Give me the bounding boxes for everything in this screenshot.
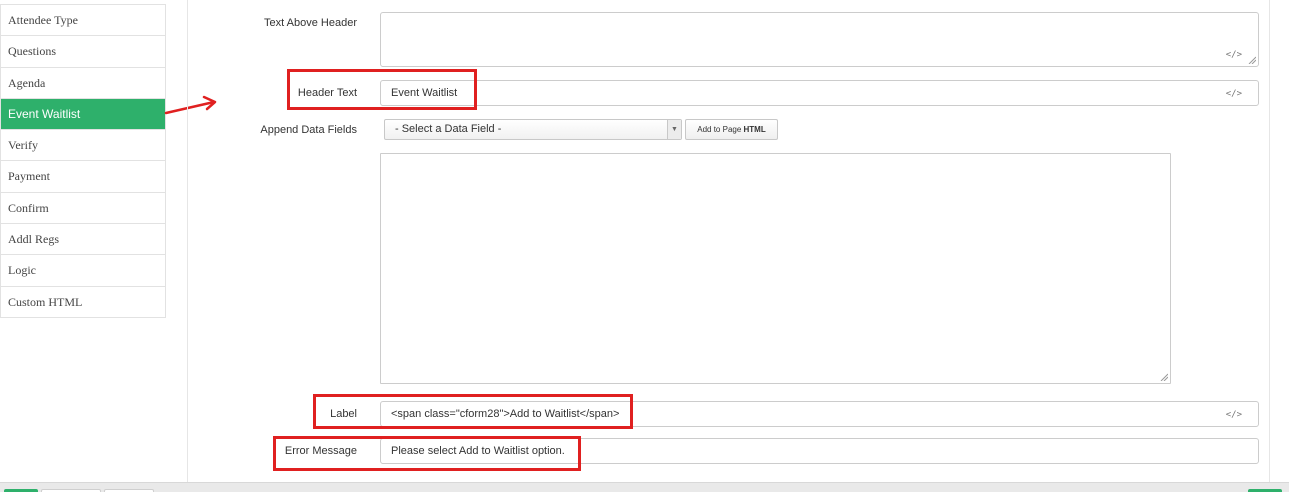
resize-handle-icon[interactable] — [1160, 373, 1168, 381]
text-above-header-label: Text Above Header — [264, 17, 357, 29]
code-icon[interactable]: </> — [1226, 50, 1242, 60]
data-field-select[interactable]: - Select a Data Field - ▼ — [384, 119, 682, 140]
code-icon[interactable]: </> — [1226, 89, 1242, 99]
sidebar-item-addl-regs[interactable]: Addl Regs — [1, 223, 165, 254]
sidebar-item-questions[interactable]: Questions — [1, 35, 165, 66]
annotation-box-label — [313, 394, 633, 429]
data-field-select-value: - Select a Data Field - — [395, 123, 502, 135]
sidebar-item-custom-html[interactable]: Custom HTML — [1, 285, 165, 317]
code-icon[interactable]: </> — [1226, 410, 1242, 420]
sidebar-item-payment[interactable]: Payment — [1, 160, 165, 191]
append-data-fields-label: Append Data Fields — [260, 124, 357, 136]
chevron-down-icon[interactable]: ▼ — [667, 120, 681, 139]
sidebar-item-event-waitlist[interactable]: Event Waitlist — [1, 97, 165, 130]
annotation-box-error-message — [273, 436, 581, 471]
add-to-page-html-bold: HTML — [743, 125, 766, 134]
bottom-toolbar — [0, 482, 1289, 492]
sidebar: Attendee Type Questions Agenda Event Wai… — [0, 4, 166, 318]
header-text-input[interactable]: Event Waitlist </> — [380, 80, 1259, 106]
resize-handle-icon[interactable] — [1248, 56, 1256, 64]
sidebar-item-attendee-type[interactable]: Attendee Type — [1, 4, 165, 35]
add-to-page-html-button[interactable]: Add to Page HTML — [685, 119, 778, 140]
text-above-header-textarea[interactable]: </> — [380, 12, 1259, 67]
sidebar-item-verify[interactable]: Verify — [1, 129, 165, 160]
append-data-textarea[interactable] — [380, 153, 1171, 384]
sidebar-item-confirm[interactable]: Confirm — [1, 191, 165, 223]
sidebar-item-agenda[interactable]: Agenda — [1, 66, 165, 98]
sidebar-item-logic[interactable]: Logic — [1, 254, 165, 285]
annotation-box-header-text — [287, 69, 477, 110]
add-to-page-label: Add to Page — [697, 125, 744, 134]
